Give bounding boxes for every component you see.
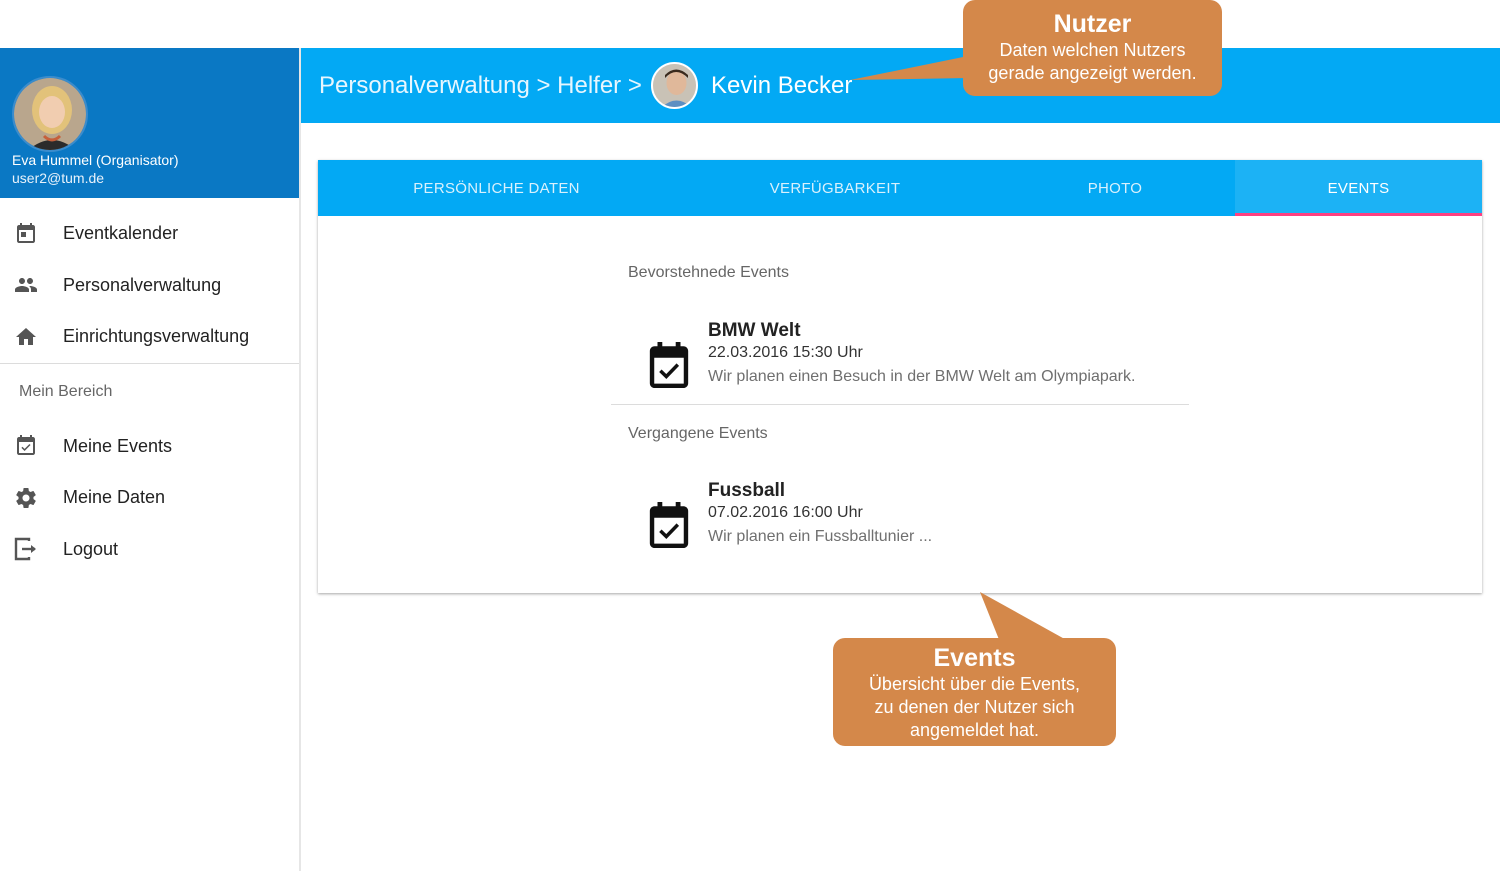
callout-text: zu denen der Nutzer sich <box>874 697 1075 717</box>
main-nav: Eventkalender Personalverwaltung Einrich… <box>0 198 299 363</box>
callout-pointer <box>980 592 1070 642</box>
callout-events: Events Übersicht über die Events, zu den… <box>833 638 1116 746</box>
profile-header: Eva Hummel (Organisator) user2@tum.de <box>0 48 299 198</box>
profile-email: user2@tum.de <box>12 170 105 186</box>
sidebar-item-einrichtungsverwaltung[interactable]: Einrichtungsverwaltung <box>0 311 299 363</box>
callout-text: Übersicht über die Events, <box>868 674 1081 694</box>
sidebar-item-logout[interactable]: Logout <box>0 524 299 576</box>
tab-verfuegbarkeit[interactable]: VERFÜGBARKEIT <box>675 160 995 216</box>
breadcrumb[interactable]: Personalverwaltung > Helfer > <box>319 72 642 100</box>
sidebar-item-meine-daten[interactable]: Meine Daten <box>0 472 299 524</box>
past-events-heading: Vergangene Events <box>628 425 768 442</box>
events-divider <box>611 404 1189 405</box>
event-description: Wir planen ein Fussballtunier ... <box>708 528 933 545</box>
user-detail-card: PERSÖNLICHE DATEN VERFÜGBARKEIT PHOTO EV… <box>318 160 1482 593</box>
app-page: Eva Hummel (Organisator) user2@tum.de Ev… <box>0 0 1500 871</box>
gear-icon <box>13 485 39 511</box>
callout-title: Nutzer <box>1053 10 1132 38</box>
tab-photo[interactable]: PHOTO <box>995 160 1235 216</box>
event-title: Fussball <box>708 480 786 501</box>
tab-bar: PERSÖNLICHE DATEN VERFÜGBARKEIT PHOTO EV… <box>318 160 1482 216</box>
event-item[interactable]: Fussball 07.02.2016 16:00 Uhr Wir planen… <box>628 480 1208 560</box>
tab-events[interactable]: EVENTS <box>1235 160 1482 216</box>
sidebar-item-eventkalender[interactable]: Eventkalender <box>0 208 299 260</box>
calendar-icon <box>13 221 39 247</box>
sidebar-item-label: Meine Events <box>63 435 173 456</box>
tab-persoenliche-daten[interactable]: PERSÖNLICHE DATEN <box>318 160 675 216</box>
event-title: BMW Welt <box>708 320 801 341</box>
logout-icon <box>13 536 39 562</box>
event-date: 22.03.2016 15:30 Uhr <box>708 344 863 361</box>
callout-text: Daten welchen Nutzers <box>999 40 1186 60</box>
event-available-icon <box>649 342 689 388</box>
avatar[interactable] <box>12 76 88 152</box>
sidebar-item-personalverwaltung[interactable]: Personalverwaltung <box>0 260 299 312</box>
my-nav: Meine Events Meine Daten Logout <box>0 421 299 576</box>
event-item[interactable]: BMW Welt 22.03.2016 15:30 Uhr Wir planen… <box>628 320 1208 400</box>
upcoming-events-heading: Bevorstehnede Events <box>628 264 789 281</box>
callout-title: Events <box>933 644 1016 672</box>
sidebar: Eva Hummel (Organisator) user2@tum.de Ev… <box>0 48 301 871</box>
callout-text: angemeldet hat. <box>909 720 1040 740</box>
event-description: Wir planen einen Besuch in der BMW Welt … <box>708 368 1136 385</box>
callout-text: gerade angezeigt werden. <box>988 63 1197 83</box>
current-user-name: Kevin Becker <box>711 72 853 99</box>
event-available-icon <box>649 502 689 548</box>
sidebar-item-label: Meine Daten <box>63 487 166 508</box>
callout-pointer <box>850 56 968 80</box>
event-date: 07.02.2016 16:00 Uhr <box>708 504 863 521</box>
sidebar-item-meine-events[interactable]: Meine Events <box>0 421 299 473</box>
people-icon <box>13 272 39 298</box>
sidebar-item-label: Personalverwaltung <box>63 274 222 295</box>
section-label-mein-bereich: Mein Bereich <box>19 383 113 400</box>
sidebar-item-label: Logout <box>63 538 119 559</box>
callout-user: Nutzer Daten welchen Nutzers gerade ange… <box>963 0 1222 96</box>
sidebar-item-label: Einrichtungsverwaltung <box>63 326 250 347</box>
event-available-icon <box>13 433 39 459</box>
user-avatar <box>651 62 698 109</box>
profile-name: Eva Hummel (Organisator) <box>12 152 179 168</box>
sidebar-item-label: Eventkalender <box>63 223 179 244</box>
home-icon <box>13 324 39 350</box>
